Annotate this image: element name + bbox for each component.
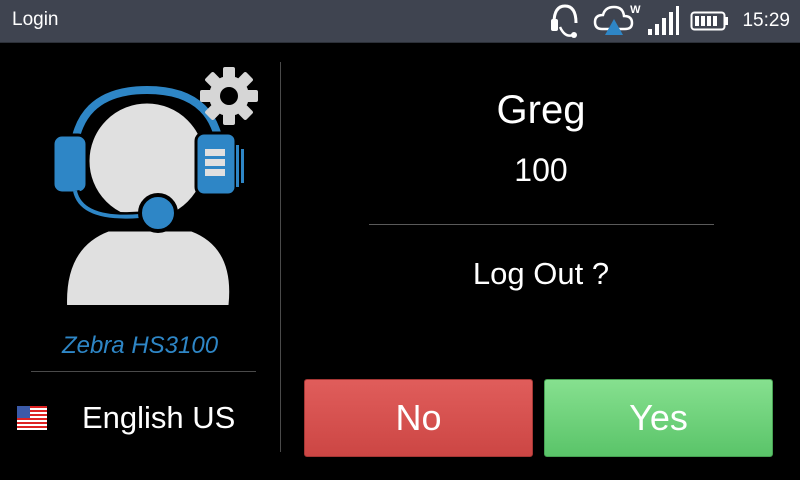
profile-panel: Zebra HS3100 English US bbox=[0, 43, 280, 480]
yes-button[interactable]: Yes bbox=[544, 379, 773, 457]
status-bar: Login W 15:29 bbox=[0, 0, 800, 43]
status-title: Login bbox=[12, 9, 59, 30]
user-id: 100 bbox=[514, 152, 568, 188]
signal-strength-icon bbox=[646, 5, 680, 37]
headset-connection-icon bbox=[548, 1, 582, 41]
user-name: Greg bbox=[496, 88, 586, 132]
battery-icon bbox=[690, 10, 730, 32]
language-selector[interactable]: English US bbox=[0, 393, 280, 443]
divider bbox=[369, 224, 714, 225]
status-icons: W 15:29 bbox=[548, 0, 790, 42]
no-button[interactable]: No bbox=[304, 379, 533, 457]
vertical-divider bbox=[280, 62, 281, 452]
language-label: English US bbox=[82, 400, 236, 435]
us-flag-icon bbox=[17, 406, 47, 435]
logout-question: Log Out ? bbox=[472, 256, 610, 291]
device-name: Zebra HS3100 bbox=[61, 332, 219, 359]
gear-icon[interactable] bbox=[198, 65, 260, 132]
wifi-badge: W bbox=[630, 4, 641, 16]
clock: 15:29 bbox=[742, 10, 790, 31]
divider bbox=[31, 371, 256, 372]
cloud-sync-icon: W bbox=[592, 1, 640, 41]
